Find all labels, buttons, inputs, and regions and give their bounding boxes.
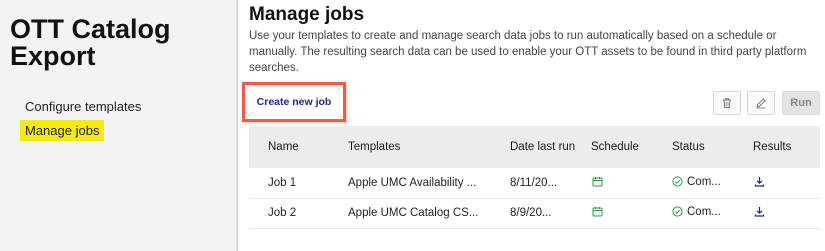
panel-shadow <box>236 0 240 251</box>
pencil-icon <box>755 97 767 109</box>
table-row[interactable]: Job 1 Apple UMC Availability ... 8/11/20… <box>249 168 820 198</box>
table-header-row: Name Templates Date last run Schedule St… <box>249 126 820 168</box>
job-template: Apple UMC Catalog CS... <box>348 207 479 219</box>
page-description: Use your templates to create and manage … <box>249 30 807 74</box>
sidebar-item-manage-jobs[interactable]: Manage jobs <box>20 120 105 141</box>
job-name: Job 2 <box>268 207 297 219</box>
run-button[interactable]: Run <box>782 91 820 115</box>
calendar-icon[interactable] <box>592 206 603 220</box>
calendar-icon[interactable] <box>592 176 603 190</box>
jobs-table: Name Templates Date last run Schedule St… <box>249 126 820 229</box>
column-header-templates[interactable]: Templates <box>348 126 510 168</box>
column-header-date-last-run[interactable]: Date last run <box>510 126 591 168</box>
job-status: Com... <box>687 205 721 218</box>
column-header-name[interactable]: Name <box>249 126 348 168</box>
download-icon[interactable] <box>754 206 765 220</box>
sidebar-item-configure-templates[interactable]: Configure templates <box>20 96 146 117</box>
job-date-last-run: 8/11/20... <box>510 176 558 189</box>
check-circle-icon <box>672 206 683 217</box>
delete-button[interactable] <box>713 91 741 115</box>
app-title: OTT Catalog Export <box>10 14 171 71</box>
trash-icon <box>721 97 733 109</box>
job-name: Job 1 <box>268 176 297 189</box>
column-header-status[interactable]: Status <box>672 126 753 168</box>
sidebar: OTT Catalog Export Configure templates M… <box>0 0 238 251</box>
job-template: Apple UMC Availability ... <box>348 176 477 189</box>
table-row[interactable]: Job 2 Apple UMC Catalog CS... 8/9/20... … <box>249 198 820 228</box>
sidebar-nav: Configure templates Manage jobs <box>20 96 146 144</box>
job-date-last-run: 8/9/20... <box>510 207 552 219</box>
create-new-job-button[interactable]: Create new job <box>242 82 346 122</box>
download-icon[interactable] <box>754 176 765 190</box>
main-panel: Manage jobs Use your templates to create… <box>242 0 825 251</box>
column-header-schedule[interactable]: Schedule <box>591 126 672 168</box>
column-header-results[interactable]: Results <box>753 126 820 168</box>
job-status: Com... <box>687 175 721 188</box>
check-circle-icon <box>672 176 683 187</box>
edit-button[interactable] <box>747 91 775 115</box>
page-title: Manage jobs <box>249 4 365 25</box>
